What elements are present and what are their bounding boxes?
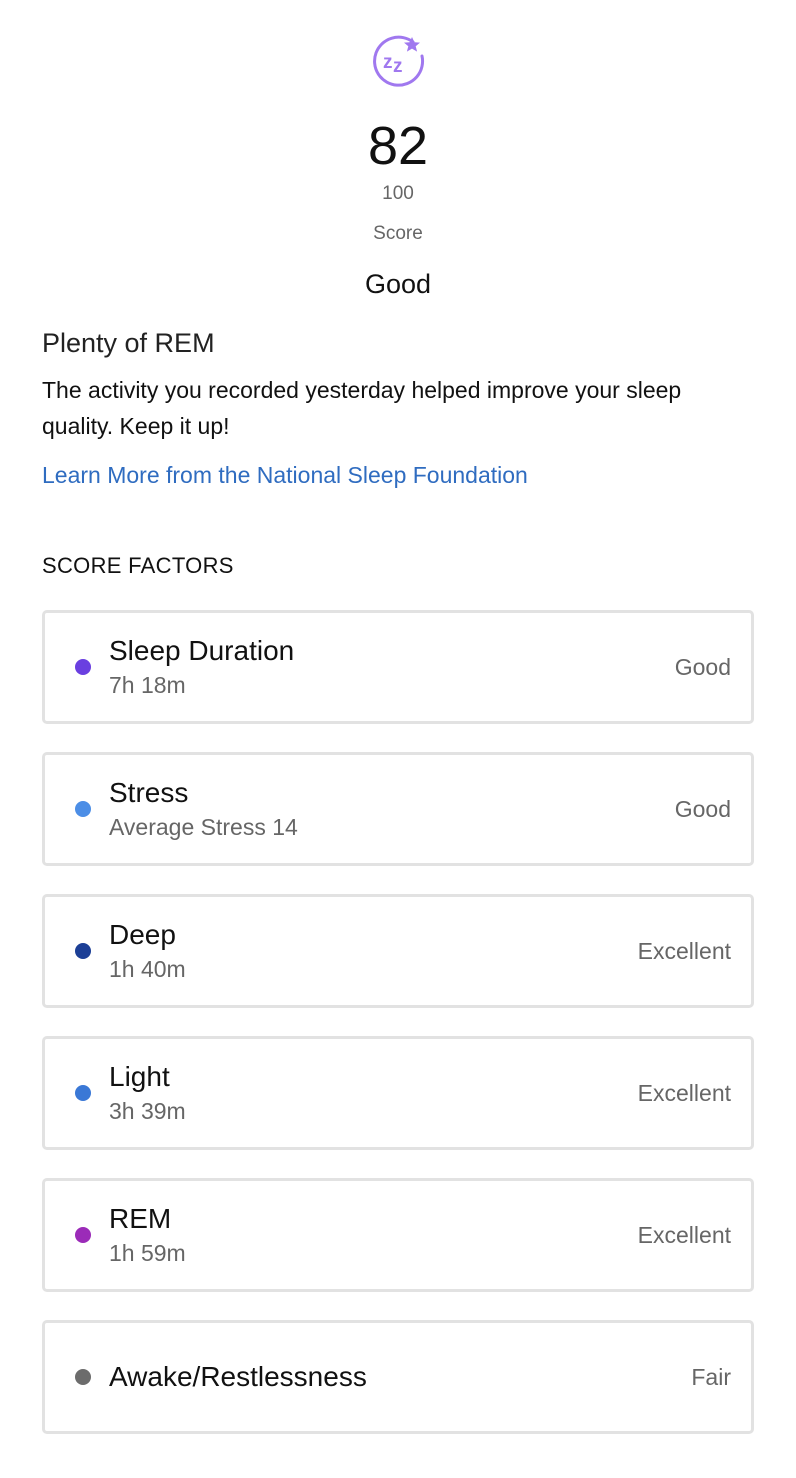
factor-color-dot-icon xyxy=(75,943,91,959)
svg-text:z: z xyxy=(393,56,403,77)
sleep-score-max: 100 xyxy=(382,183,414,204)
factor-color-dot-icon xyxy=(75,801,91,817)
factor-text: Deep 1h 40m xyxy=(109,919,638,983)
factor-name: Deep xyxy=(109,919,176,950)
factor-name: Sleep Duration xyxy=(109,635,295,666)
sleep-score-value: 82 xyxy=(367,116,429,176)
factor-text: Stress Average Stress 14 xyxy=(109,777,675,841)
score-header: z z 82 100 Score Good xyxy=(0,0,796,300)
factor-name: Light xyxy=(109,1061,170,1092)
factor-name: Awake/Restlessness xyxy=(109,1361,367,1392)
factor-rating: Good xyxy=(674,654,731,680)
svg-text:z: z xyxy=(383,52,393,73)
factor-color-dot-icon xyxy=(75,1369,91,1385)
factor-rating: Fair xyxy=(691,1364,731,1390)
factor-detail: 1h 59m xyxy=(109,1240,186,1266)
factor-detail: 7h 18m xyxy=(109,672,186,698)
factor-color-dot-icon xyxy=(75,1227,91,1243)
sleep-score-label: Score xyxy=(373,223,423,244)
factor-text: Awake/Restlessness xyxy=(109,1361,691,1393)
factor-detail: 3h 39m xyxy=(109,1098,186,1124)
score-factors-heading: SCORE FACTORS xyxy=(42,553,234,578)
score-factor-card[interactable]: REM 1h 59m Excellent xyxy=(42,1178,754,1292)
score-factor-card[interactable]: Stress Average Stress 14 Good xyxy=(42,752,754,866)
factor-text: Sleep Duration 7h 18m xyxy=(109,635,675,699)
factor-text: Light 3h 39m xyxy=(109,1061,638,1125)
score-factor-card[interactable]: Awake/Restlessness Fair xyxy=(42,1320,754,1434)
factor-detail: 1h 40m xyxy=(109,956,186,982)
learn-more-link[interactable]: Learn More from the National Sleep Found… xyxy=(42,458,528,492)
factor-color-dot-icon xyxy=(75,1085,91,1101)
score-factor-card[interactable]: Deep 1h 40m Excellent xyxy=(42,894,754,1008)
factor-name: REM xyxy=(109,1203,172,1234)
factor-rating: Excellent xyxy=(637,1080,731,1106)
insight-section: Plenty of REM The activity you recorded … xyxy=(42,326,754,492)
factor-text: REM 1h 59m xyxy=(109,1203,638,1267)
factor-rating: Excellent xyxy=(637,1222,731,1248)
factor-name: Stress xyxy=(109,777,189,808)
sleep-zz-icon: z z xyxy=(373,35,425,87)
factor-rating: Good xyxy=(674,796,731,822)
factor-rating: Excellent xyxy=(637,938,731,964)
factor-color-dot-icon xyxy=(75,659,91,675)
factor-detail: Average Stress 14 xyxy=(109,814,298,840)
insight-body: The activity you recorded yesterday help… xyxy=(42,377,682,439)
sleep-score-quality: Good xyxy=(364,269,432,299)
sleep-score-page: z z 82 100 Score Good Plenty of REM The … xyxy=(0,0,796,1478)
score-factor-card[interactable]: Light 3h 39m Excellent xyxy=(42,1036,754,1150)
insight-title: Plenty of REM xyxy=(42,328,215,358)
score-factors-list: Sleep Duration 7h 18m Good Stress Average St… xyxy=(42,610,754,1434)
score-factor-card[interactable]: Sleep Duration 7h 18m Good xyxy=(42,610,754,724)
